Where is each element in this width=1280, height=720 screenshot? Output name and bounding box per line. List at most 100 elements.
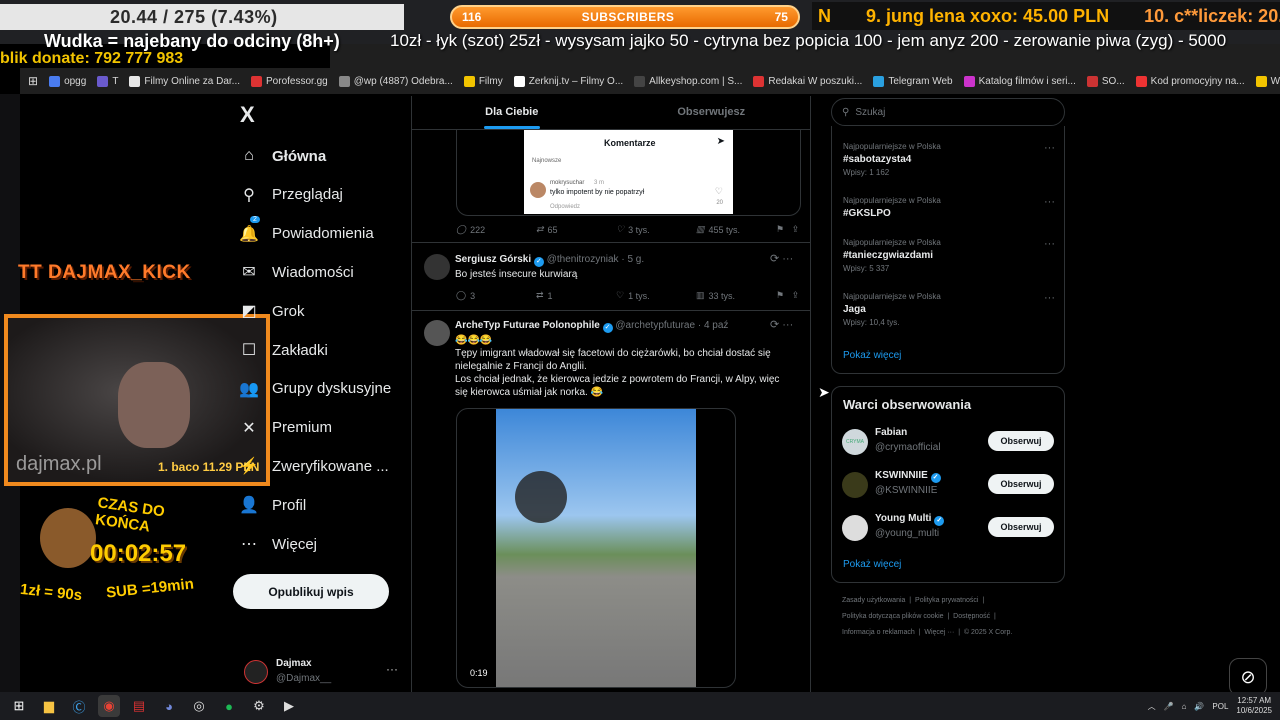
bookmark-item[interactable]: opgg: [49, 75, 86, 87]
tweet3-video[interactable]: 0:19: [456, 408, 736, 688]
bookmark-item[interactable]: SO...: [1086, 75, 1125, 87]
bookmark-item[interactable]: Wszystkie zakładki: [1255, 75, 1280, 87]
follow-button[interactable]: Obserwuj: [988, 474, 1054, 494]
nav-item-3[interactable]: ✉ Wiadomości: [240, 260, 353, 284]
network-icon[interactable]: ⌂: [1182, 702, 1187, 711]
footer-link[interactable]: Więcej ···: [924, 629, 954, 636]
tweet3-name[interactable]: ArcheTyp Futurae Polonophile: [455, 320, 600, 331]
tweet2-avatar[interactable]: [424, 254, 450, 280]
more-dots-icon[interactable]: ···: [1044, 196, 1055, 208]
chrome-icon[interactable]: ◉: [98, 695, 120, 717]
nav-item-6[interactable]: 👥 Grupy dyskusyjne: [239, 377, 391, 401]
grok-float-button[interactable]: ⊘: [1229, 658, 1267, 696]
bookmark-item[interactable]: Kod promocyjny na...: [1135, 75, 1245, 87]
footer-link[interactable]: Zasady użytkowania: [842, 597, 905, 604]
bookmark-item[interactable]: Telegram Web: [873, 75, 953, 87]
nav-label: Profil: [272, 496, 307, 514]
spotify-icon[interactable]: ●: [218, 695, 240, 717]
nav-item-4[interactable]: ◩ Grok: [240, 299, 304, 323]
nav-item-9[interactable]: 👤 Profil: [239, 493, 307, 517]
trend-item[interactable]: Najpopularniejsze w Polska #tanieczgwiazd…: [843, 238, 1055, 273]
bookmark-item[interactable]: Katalog filmów i seri...: [963, 75, 1076, 87]
mic-icon[interactable]: 🎤: [1164, 702, 1174, 711]
follow-show-more[interactable]: Pokaż więcej: [843, 559, 901, 570]
app-c-icon[interactable]: Ⓒ: [68, 695, 90, 717]
x-logo-icon[interactable]: X: [240, 102, 255, 128]
trend-item[interactable]: Najpopularniejsze w Polska #sabotazysta4 W…: [843, 142, 1055, 177]
bookmark-item[interactable]: T: [97, 75, 118, 87]
tweet3-menu-icon[interactable]: ⟳ ···: [770, 318, 793, 331]
trends-show-more[interactable]: Pokaż więcej: [843, 350, 901, 361]
media-player-icon[interactable]: ▶: [278, 695, 300, 717]
tweet2-menu-icon[interactable]: ⟳ ···: [770, 252, 793, 265]
obs-icon[interactable]: ◎: [188, 695, 210, 717]
who-to-follow: Warci obserwowania CRYMA Fabian @crymaof…: [831, 386, 1065, 583]
more-dots-icon[interactable]: ···: [1044, 142, 1055, 154]
tweet2-handle[interactable]: @thenitrozyniak: [547, 254, 619, 265]
nav-item-5[interactable]: ☐ Zakładki: [240, 338, 328, 362]
bookmark-item[interactable]: Filmy Online za Dar...: [129, 75, 240, 87]
bookmark-item[interactable]: @wp (4887) Odebra...: [338, 75, 453, 87]
settings-icon[interactable]: ⚙: [248, 695, 270, 717]
volume-icon[interactable]: 🔊: [1194, 702, 1204, 711]
repost-button[interactable]: ⇄ 65: [536, 224, 616, 235]
windows-start-icon[interactable]: ⊞: [8, 695, 30, 717]
footer-link[interactable]: Dostępność: [953, 613, 990, 620]
like-button[interactable]: ♡ 3 tys.: [616, 224, 696, 235]
follow-item[interactable]: Young Multi ✓ @young_multi Obserwuj: [842, 513, 1054, 545]
discord-icon[interactable]: ◕: [158, 695, 180, 717]
follow-item[interactable]: KSWINNIIE ✓ @KSWINNIIE Obserwuj: [842, 470, 1054, 502]
file-explorer-icon[interactable]: ▆: [38, 695, 60, 717]
reply-button[interactable]: ◯ 222: [456, 224, 536, 235]
price-ticker: 10zł - łyk (szot) 25zł - wysysam jajko 5…: [390, 31, 1227, 50]
repost-button[interactable]: ⇄ 1: [536, 290, 616, 301]
nav-item-7[interactable]: ✕ Premium: [240, 416, 332, 440]
tweet3-avatar[interactable]: [424, 320, 450, 346]
tray-lang[interactable]: POL: [1212, 702, 1228, 711]
like-button[interactable]: ♡ 1 tys.: [616, 290, 696, 301]
views-button[interactable]: ▥ 455 tys.: [696, 224, 776, 235]
post-button[interactable]: Opublikuj wpis: [233, 574, 389, 609]
more-dots-icon[interactable]: ···: [1044, 292, 1055, 304]
clock[interactable]: 12:57 AM 10/6/2025: [1236, 696, 1272, 716]
bookmark-item[interactable]: Zerknij.tv – Filmy O...: [513, 75, 623, 87]
footer-link[interactable]: Polityka dotycząca plików cookie: [842, 613, 944, 620]
trend-item[interactable]: Najpopularniejsze w Polska Jaga Wpisy: 10,…: [843, 292, 1055, 327]
follow-button[interactable]: Obserwuj: [988, 431, 1054, 451]
bookmark-favicon-icon: [251, 75, 263, 87]
nav-item-0[interactable]: ⌂ Główna: [240, 144, 326, 168]
tray-chevron-icon[interactable]: ︿: [1148, 701, 1156, 712]
tweet2-name[interactable]: Sergiusz Górski: [455, 254, 531, 265]
tweet3-time[interactable]: 4 paź: [704, 320, 728, 331]
bookmark-button[interactable]: ⚑ ⇪: [776, 224, 799, 235]
bookmark-item[interactable]: Filmy: [463, 75, 503, 87]
follow-button[interactable]: Obserwuj: [988, 517, 1054, 537]
reply-button[interactable]: ◯ 3: [456, 290, 536, 301]
subscribers-bar: 116 SUBSCRIBERS 75: [450, 5, 800, 29]
timer-value: 00:02:57: [90, 540, 187, 567]
bookmark-item[interactable]: Allkeyshop.com | S...: [634, 75, 742, 87]
bookmark-item[interactable]: Porofessor.gg: [251, 75, 328, 87]
nav-item-10[interactable]: ⋯ Więcej: [240, 532, 317, 556]
views-button[interactable]: ▥ 33 tys.: [696, 290, 776, 301]
bookmark-favicon-icon: [1135, 75, 1147, 87]
tab-following[interactable]: Obserwujesz: [612, 96, 811, 129]
follow-item[interactable]: CRYMA Fabian @crymaofficial Obserwuj: [842, 427, 1054, 459]
app-red-icon[interactable]: ▤: [128, 695, 150, 717]
timer-title: CZAS DO KOŃCA: [94, 494, 166, 536]
account-switcher[interactable]: Dajmax @Dajmax__ ···: [240, 656, 410, 690]
apps-icon[interactable]: ⊞: [28, 74, 38, 88]
footer-link[interactable]: Informacja o reklamach: [842, 629, 915, 636]
bookmark-button[interactable]: ⚑ ⇪: [776, 290, 799, 301]
nav-item-2[interactable]: 🔔 Powiadomienia 2: [239, 215, 374, 246]
nav-item-1[interactable]: ⚲ Przeglądaj: [240, 183, 343, 207]
tweet3-handle[interactable]: @archetypfuturae: [615, 320, 695, 331]
more-dots-icon[interactable]: ···: [1044, 238, 1055, 250]
nav-item-8[interactable]: ⚡ Zweryfikowane ...: [239, 454, 389, 478]
tab-for-you[interactable]: Dla Ciebie: [412, 96, 612, 129]
footer-link[interactable]: Polityka prywatności: [915, 597, 978, 604]
bookmark-item[interactable]: Redakai W poszuki...: [753, 75, 862, 87]
search-input[interactable]: ⚲ Szukaj: [831, 98, 1065, 126]
tweet2-time[interactable]: 5 g.: [627, 254, 644, 265]
trend-item[interactable]: Najpopularniejsze w Polska #GKSLPO ···: [843, 196, 1055, 222]
